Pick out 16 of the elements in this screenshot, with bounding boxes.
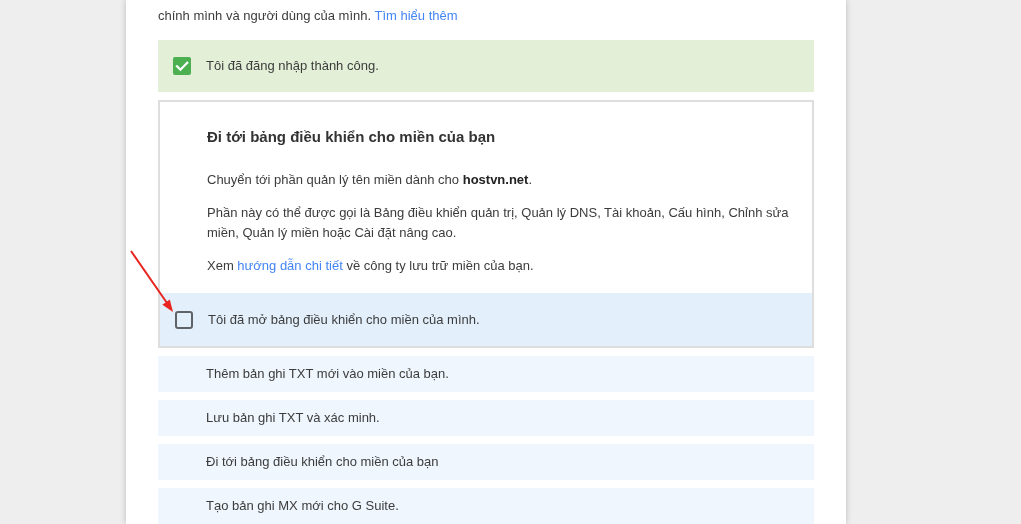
step-text: Xem hướng dẫn chi tiết về công ty lưu trữ miền của bạn.: [207, 257, 535, 275]
guide-link[interactable]: hướng dẫn chi tiết: [237, 258, 343, 273]
checkbox[interactable]: [175, 310, 193, 329]
checkbox[interactable]: [173, 57, 191, 75]
step-item[interactable]: Lưu bản ghi TXT và xác minh.: [158, 400, 814, 436]
intro-text: chính mình và người dùng của mình. Tìm hiểu thêm: [158, 7, 459, 25]
step-title: Đi tới bảng điều khiển cho miền của bạn: [207, 127, 497, 147]
step-item[interactable]: Đi tới bảng điều khiển cho miền của bạn: [158, 444, 814, 480]
annotation-arrow: [130, 250, 173, 312]
step-text: Chuyển tới phần quản lý tên miền dành cho hostvn.net.: [207, 171, 534, 189]
step-item[interactable]: Tạo bản ghi MX mới cho G Suite.: [158, 488, 814, 524]
step-item[interactable]: Thêm bản ghi TXT mới vào miền của bạn.: [158, 356, 814, 392]
learn-more-link[interactable]: Tìm hiểu thêm: [374, 8, 458, 23]
checkbox-label: Tôi đã mở bảng điều khiển cho miền của mình.: [208, 310, 480, 329]
step-text: Phần này có thể được gọi là Bảng điều khiển quản trị, Quản lý DNS, Tài khoản, Cấu hình, Chỉnh sửa miền, Quản lý miền hoặc Cài đặt nâng cao.: [207, 204, 790, 242]
checkbox-label: Tôi đã đăng nhập thành công.: [206, 57, 379, 75]
